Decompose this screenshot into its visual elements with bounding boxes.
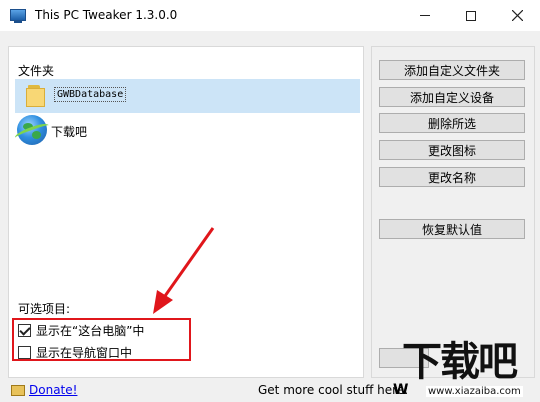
window-title: This PC Tweaker 1.3.0.0: [35, 8, 178, 22]
close-button[interactable]: [494, 0, 540, 31]
change-name-button[interactable]: 更改名称: [379, 167, 525, 187]
add-custom-folder-button[interactable]: 添加自定义文件夹: [379, 60, 525, 80]
watermark-url: www.xiazaiba.com: [426, 386, 523, 397]
change-icon-button[interactable]: 更改图标: [379, 140, 525, 160]
minimize-icon: [420, 15, 430, 16]
donate-link[interactable]: Donate!: [29, 383, 77, 397]
options-label: 可选项目:: [18, 302, 71, 316]
donate-icon: [11, 385, 25, 396]
actions-panel: 添加自定义文件夹 添加自定义设备 删除所选 更改图标 更改名称 恢复默认值: [371, 46, 535, 378]
add-custom-device-button[interactable]: 添加自定义设备: [379, 87, 525, 107]
maximize-icon: [466, 10, 476, 21]
folder-list-item[interactable]: 下载吧: [13, 115, 360, 149]
options-highlight-box: [12, 318, 191, 361]
app-monitor-icon: [10, 9, 26, 23]
restore-default-button[interactable]: 恢复默认值: [379, 219, 525, 239]
folder-icon: [26, 85, 48, 107]
folder-item-name: 下载吧: [51, 125, 88, 139]
watermark-logo-text: 下载吧: [402, 339, 518, 385]
folders-group-label: 文件夹: [18, 64, 55, 78]
globe-icon: [13, 115, 51, 145]
more-stuff-text: Get more cool stuff here:: [258, 383, 409, 397]
title-bar: This PC Tweaker 1.3.0.0: [0, 0, 540, 31]
folder-list-item-selected[interactable]: GWBDatabase: [15, 79, 360, 113]
minimize-button[interactable]: [402, 0, 448, 31]
delete-selected-button[interactable]: 删除所选: [379, 113, 525, 133]
close-icon: [511, 10, 523, 21]
site-watermark: 下载吧 www.xiazaiba.com: [398, 340, 538, 400]
folder-item-name: GWBDatabase: [54, 87, 127, 102]
maximize-button[interactable]: [448, 0, 494, 31]
